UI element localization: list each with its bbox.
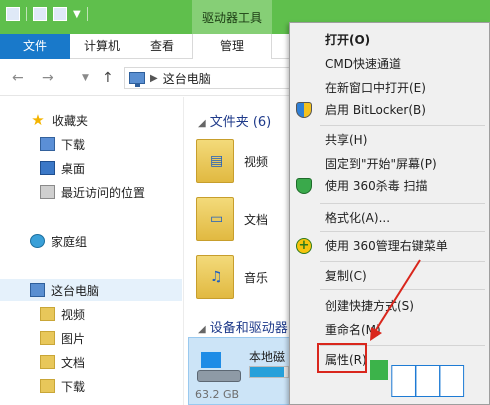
- homegroup-icon: [30, 234, 45, 248]
- properties-icon[interactable]: [33, 7, 47, 21]
- site-watermark: ▇▇▇: [370, 352, 490, 405]
- back-arrow-icon[interactable]: ←: [12, 70, 24, 86]
- documents-folder-icon: [40, 355, 55, 369]
- menu-item-bitlocker[interactable]: 启用 BitLocker(B): [290, 99, 490, 121]
- chevron-right-icon[interactable]: ▶: [150, 73, 158, 84]
- star-icon: ★: [31, 111, 45, 129]
- sidebar-item-label: 收藏夹: [52, 113, 89, 128]
- menu-item-scan-360[interactable]: 使用 360杀毒 扫描: [290, 175, 490, 197]
- sidebar-item-this-pc[interactable]: 这台电脑: [0, 279, 182, 301]
- drive-name: 本地磁: [249, 350, 286, 364]
- menu-separator: [320, 203, 485, 204]
- sidebar-item-label: 最近访问的位置: [61, 185, 146, 200]
- quick-access-toolbar: ▼: [6, 7, 88, 21]
- menu-separator: [320, 231, 485, 232]
- sidebar-item-recent[interactable]: 最近访问的位置: [0, 181, 182, 203]
- plus-icon: +: [296, 238, 312, 254]
- toolbar-divider: [86, 7, 88, 21]
- pc-icon: [129, 72, 145, 87]
- address-path: 这台电脑: [162, 71, 211, 86]
- menu-item-format[interactable]: 格式化(A)...: [290, 207, 490, 229]
- windows-logo-icon: [201, 352, 221, 368]
- sidebar-item-videos[interactable]: 视频: [0, 303, 182, 325]
- sidebar-item-label: 文档: [61, 355, 86, 370]
- pictures-folder-icon: [40, 331, 55, 345]
- menu-item-open[interactable]: 打开(O): [290, 29, 490, 51]
- chevron-down-icon[interactable]: ◢: [198, 324, 206, 335]
- document-icon: ▭: [210, 211, 224, 227]
- hard-drive-icon: [197, 352, 241, 386]
- watermark-logo-icon: ▇▇▇: [391, 362, 465, 398]
- forward-arrow-icon[interactable]: →: [42, 70, 54, 86]
- customize-dropdown-icon[interactable]: ▼: [73, 9, 81, 20]
- antivirus-shield-icon: [296, 178, 312, 194]
- download-folder-icon: [40, 379, 55, 393]
- sidebar-item-favorites[interactable]: ★ 收藏夹: [0, 109, 182, 131]
- tab-file[interactable]: 文件: [0, 34, 70, 59]
- tab-computer[interactable]: 计算机: [70, 34, 134, 59]
- menu-item-pin-start[interactable]: 固定到"开始"屏幕(P): [290, 153, 490, 175]
- sidebar-item-homegroup[interactable]: 家庭组: [0, 230, 182, 252]
- music-note-icon: ♫: [210, 269, 223, 285]
- new-folder-icon[interactable]: [53, 7, 67, 21]
- sidebar-item-label: 这台电脑: [51, 283, 100, 298]
- drive-usage-fill: [250, 367, 285, 377]
- sidebar-item-label: 下载: [61, 137, 86, 152]
- highlight-box: [317, 343, 367, 373]
- recent-places-icon: [40, 185, 55, 199]
- sidebar-item-label: 桌面: [61, 161, 86, 176]
- group-header-folders[interactable]: ◢ 文件夹 (6): [198, 111, 271, 130]
- sidebar-item-label: 下载: [61, 379, 86, 394]
- film-strip-icon: ▤: [210, 153, 224, 169]
- sidebar-item-label: 图片: [61, 331, 86, 346]
- toolbar-divider: [26, 7, 27, 21]
- video-folder-icon: [40, 307, 55, 321]
- drive-usage-bar: [249, 366, 289, 378]
- group-header-devices[interactable]: ◢ 设备和驱动器: [198, 317, 288, 336]
- pc-icon[interactable]: [6, 7, 20, 21]
- sidebar-item-downloads[interactable]: 下载: [0, 133, 182, 155]
- sidebar-item-label: 视频: [61, 307, 86, 322]
- tab-view[interactable]: 查看: [134, 34, 190, 59]
- folder-tile-videos[interactable]: ▤ 视频: [196, 137, 286, 187]
- sidebar-item-downloads-2[interactable]: 下载: [0, 375, 182, 397]
- watermark-logo-icon: [370, 360, 388, 380]
- shield-icon: [296, 102, 312, 118]
- arrow-shaft: [373, 259, 421, 334]
- chevron-down-icon[interactable]: ◢: [198, 118, 206, 129]
- desktop-icon: [40, 161, 55, 175]
- drive-tools-context-title: 驱动器工具: [192, 0, 272, 34]
- pc-icon: [30, 283, 45, 297]
- folder-tile-music[interactable]: ♫ 音乐: [196, 253, 286, 303]
- disk-body: [197, 370, 241, 382]
- annotation-arrow: [370, 259, 421, 341]
- menu-separator: [320, 125, 485, 126]
- sidebar-item-pictures[interactable]: 图片: [0, 327, 182, 349]
- up-arrow-icon[interactable]: ↑: [102, 70, 114, 86]
- drive-tile-local-disk[interactable]: 本地磁 63.2 GB: [188, 337, 290, 405]
- menu-item-new-window[interactable]: 在新窗口中打开(E): [290, 77, 490, 99]
- sidebar-item-label: 家庭组: [51, 234, 88, 249]
- content-pane: ◢ 文件夹 (6) ▤ 视频 ▭ 文档 ♫ 音乐 ◢ 设备和驱动器 本地磁 63.2…: [186, 97, 290, 405]
- menu-item-manage-360[interactable]: + 使用 360管理右键菜单: [290, 235, 490, 257]
- navigation-pane: ★ 收藏夹 下载 桌面 最近访问的位置 家庭组 这台电脑 视频 图片 文档 下载: [0, 97, 184, 405]
- sidebar-item-desktop[interactable]: 桌面: [0, 157, 182, 179]
- download-folder-icon: [40, 137, 55, 151]
- sidebar-item-documents[interactable]: 文档: [0, 351, 182, 373]
- drive-size: 63.2 GB: [195, 388, 240, 401]
- menu-item-share[interactable]: 共享(H): [290, 129, 490, 151]
- recent-dropdown-icon[interactable]: ▼: [82, 73, 89, 83]
- folder-tile-documents[interactable]: ▭ 文档: [196, 195, 286, 245]
- menu-item-cmd[interactable]: CMD快速通道: [290, 53, 490, 75]
- tab-manage[interactable]: 管理: [192, 34, 272, 59]
